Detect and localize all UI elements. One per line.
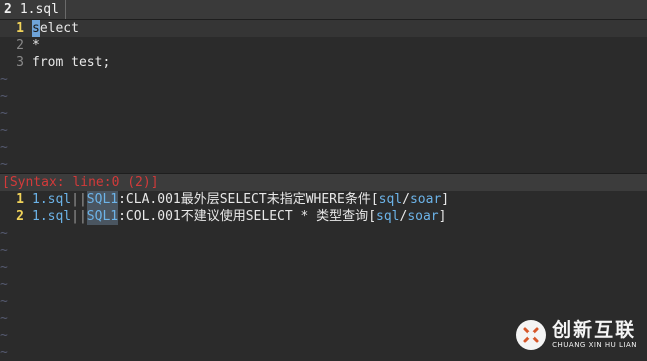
editor-pane[interactable]: 1 s elect 2 * 3 from test; ~ ~ ~ ~ ~ ~ <box>0 20 647 173</box>
tab-window-count: 2 <box>4 2 12 17</box>
line-text: from test; <box>32 55 111 70</box>
empty-line-marker: ~ <box>0 277 8 292</box>
editor-line[interactable]: 2 * <box>0 37 647 54</box>
qf-source: sql <box>376 209 400 224</box>
empty-line-marker: ~ <box>0 345 8 360</box>
logo-chinese-text: 创新互联 <box>552 319 637 341</box>
status-bar: [Syntax: line:0 (2)] <box>0 173 647 191</box>
empty-line: ~ <box>0 276 647 293</box>
editor-line[interactable]: 3 from test; <box>0 54 647 71</box>
qf-source-open: [ <box>368 209 377 224</box>
empty-line-marker: ~ <box>0 328 8 343</box>
tab-1-sql[interactable]: 2 1.sql <box>0 0 65 19</box>
empty-line-marker: ~ <box>0 260 8 275</box>
qf-severity: SQL1 <box>86 208 119 225</box>
empty-line: ~ <box>0 71 647 88</box>
line-text: * <box>32 38 40 53</box>
empty-line-marker: ~ <box>0 243 8 258</box>
editor-line[interactable]: 1 s elect <box>0 20 647 37</box>
qf-source-open: [ <box>370 192 379 207</box>
qf-filename: 1.sql <box>32 209 72 224</box>
quickfix-item[interactable]: 2 1.sql || SQL1:COL.001 不建议使用SELECT * 类型查询… <box>0 208 647 225</box>
qf-message: 不建议使用SELECT * 类型查询 <box>180 209 369 224</box>
qf-source-slash: / <box>399 209 408 224</box>
line-number: 2 <box>16 209 24 224</box>
empty-line-marker: ~ <box>0 226 8 241</box>
empty-line-marker: ~ <box>0 72 8 87</box>
empty-line: ~ <box>0 242 647 259</box>
qf-separator: || <box>71 192 87 207</box>
empty-line: ~ <box>0 88 647 105</box>
qf-code: :COL.001 <box>118 209 181 224</box>
empty-line: ~ <box>0 139 647 156</box>
empty-line: ~ <box>0 122 647 139</box>
empty-line-marker: ~ <box>0 311 8 326</box>
line-number: 2 <box>16 38 24 53</box>
empty-line: ~ <box>0 259 647 276</box>
tabline-fill <box>65 0 647 19</box>
empty-line: ~ <box>0 156 647 173</box>
line-number: 1 <box>16 21 24 36</box>
syntax-status-message: [Syntax: line:0 (2)] <box>2 175 159 190</box>
qf-source-slash: / <box>402 192 410 207</box>
tabline: 2 1.sql <box>0 0 647 20</box>
qf-code: :CLA.001 <box>118 192 181 207</box>
tab-label: 1.sql <box>19 2 59 17</box>
empty-line-marker: ~ <box>0 140 8 155</box>
qf-severity: SQL1 <box>86 191 119 208</box>
empty-line-marker: ~ <box>0 294 8 309</box>
qf-source-name: soar <box>407 209 439 224</box>
logo-english-text: CHUANG XIN HU LIAN <box>552 341 637 349</box>
qf-source-close: ] <box>441 192 450 207</box>
empty-line: ~ <box>0 293 647 310</box>
qf-filename: 1.sql <box>32 192 72 207</box>
qf-message: 最外层SELECT未指定WHERE条件 <box>180 192 371 207</box>
quickfix-item[interactable]: 1 1.sql || SQL1:CLA.001 最外层SELECT未指定WHERE条… <box>0 191 647 208</box>
watermark-logo: 创新互联 CHUANG XIN HU LIAN <box>516 319 637 350</box>
line-number: 3 <box>16 55 24 70</box>
logo-text: 创新互联 CHUANG XIN HU LIAN <box>552 319 637 350</box>
empty-line-marker: ~ <box>0 123 8 138</box>
qf-source: sql <box>378 192 403 207</box>
line-text: elect <box>39 21 79 36</box>
editor-empty-lines: ~ ~ ~ ~ ~ ~ <box>0 71 647 173</box>
qf-separator: || <box>71 209 87 224</box>
qf-source-name: soar <box>409 192 442 207</box>
logo-icon <box>516 319 547 350</box>
empty-line: ~ <box>0 105 647 122</box>
qf-source-close: ] <box>438 209 447 224</box>
empty-line-marker: ~ <box>0 106 8 121</box>
line-number: 1 <box>16 192 24 207</box>
empty-line: ~ <box>0 225 647 242</box>
empty-line-marker: ~ <box>0 157 8 172</box>
empty-line-marker: ~ <box>0 89 8 104</box>
text-cursor: s <box>32 20 40 37</box>
